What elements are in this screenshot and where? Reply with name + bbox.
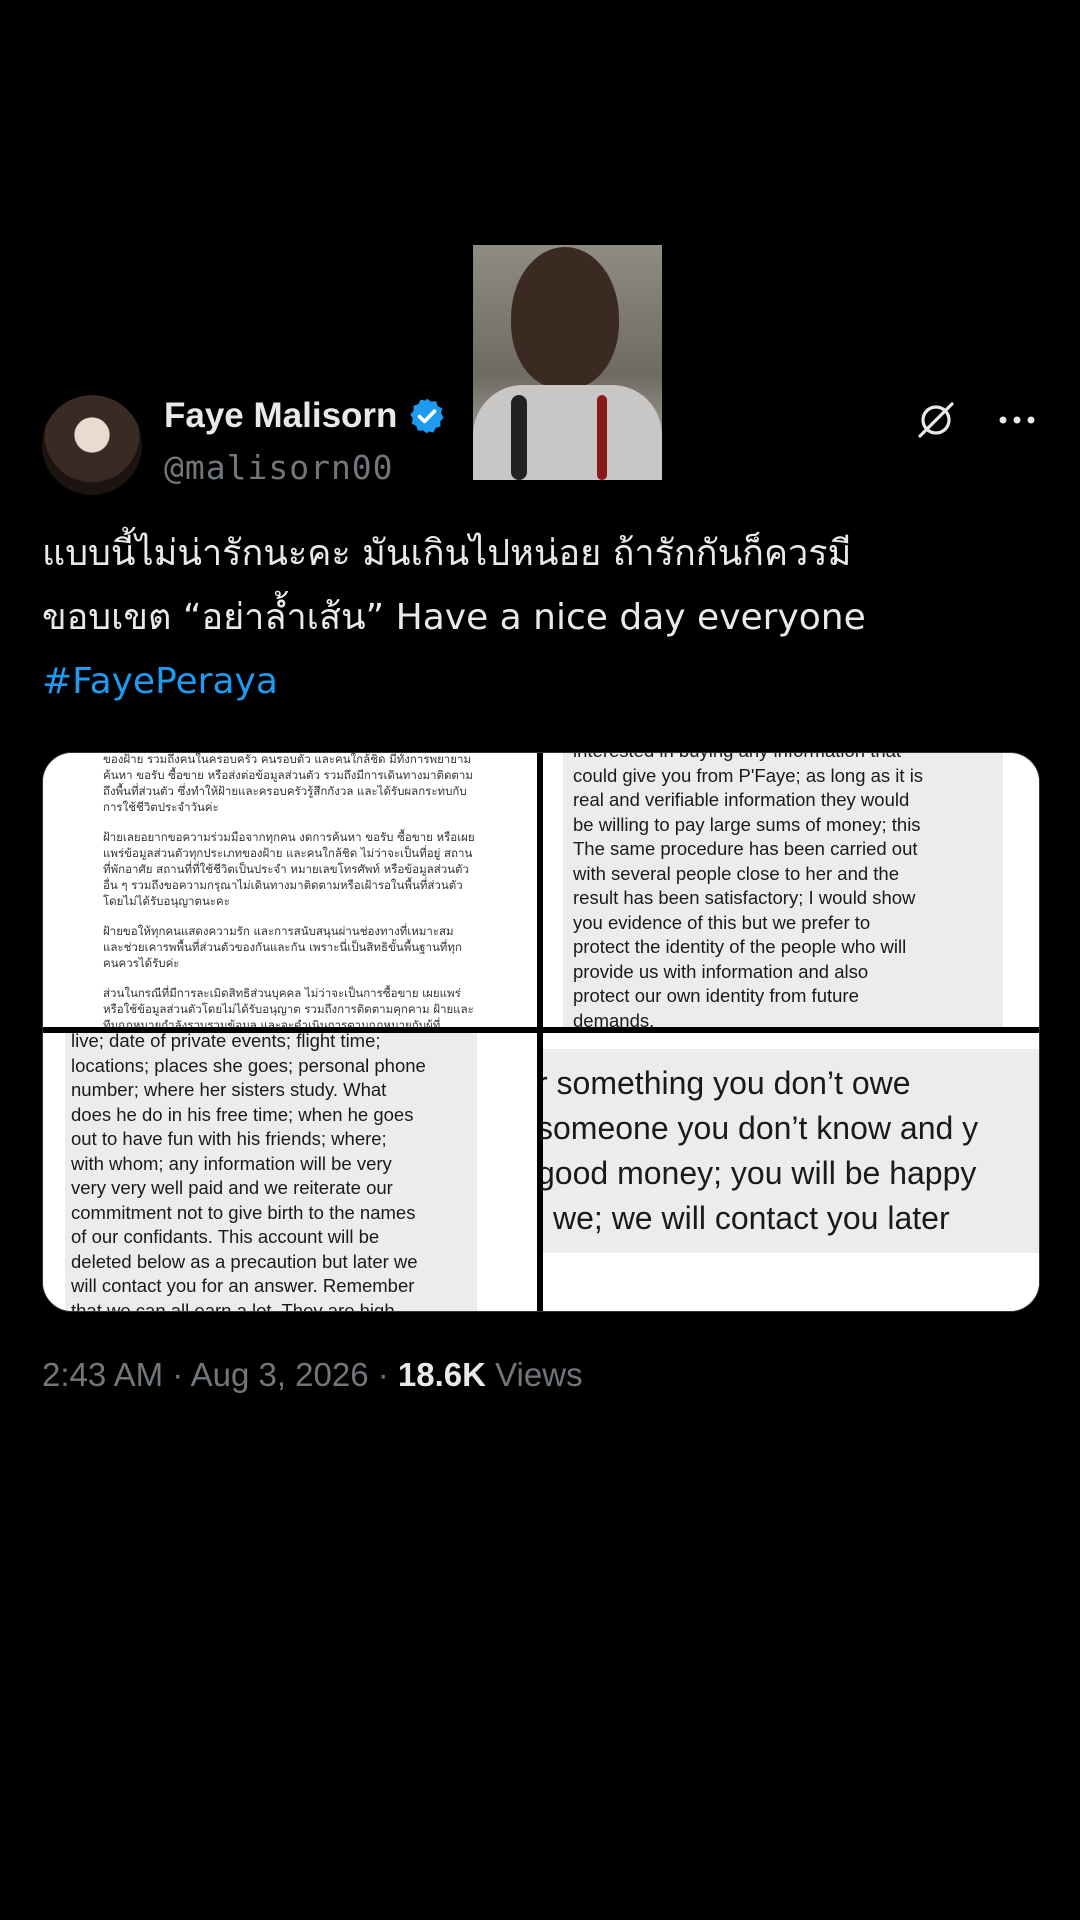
message-line: locations; places she goes; personal pho… xyxy=(71,1054,426,1076)
tweet-text-line: แบบนี้ไม่น่ารักนะคะ มันเกินไปหน่อย ถ้ารั… xyxy=(42,533,852,574)
message-line: real and verifiable information they wou… xyxy=(573,789,910,810)
message-line: you evidence of this but we prefer to xyxy=(573,911,871,933)
tweet: Faye Malisorn @malisorn00 แบบนี้ไม่น่ารั… xyxy=(42,390,1040,1394)
message-line: live; date of private events; flight tim… xyxy=(71,1033,381,1051)
thai-statement-doc: ของฝ้าย รวมถึงคนในครอบครัว คนรอบตัว และค… xyxy=(43,753,537,1027)
tweet-text-line: ขอบเขต “อย่าล้ำเส้น” Have a nice day eve… xyxy=(42,597,866,638)
thai-paragraph: ฝ้ายเลยอยากขอความร่วมมือจากทุกคน งดการค้… xyxy=(103,830,475,908)
message-line: interested in buying any information tha… xyxy=(573,753,993,764)
thai-paragraph: ของฝ้าย รวมถึงคนในครอบครัว คนรอบตัว และค… xyxy=(103,753,473,814)
message-line: number; where her sisters study. What xyxy=(71,1079,387,1100)
message-line: someone you don’t know and y xyxy=(543,1110,979,1146)
message-line: protect our own identity from future xyxy=(573,985,859,1006)
message-line: demands. xyxy=(573,1009,655,1028)
more-icon[interactable] xyxy=(996,400,1038,440)
message-bubble: live; date of private events; flight tim… xyxy=(65,1033,477,1311)
message-line: very very well paid and we reiterate our xyxy=(71,1177,393,1198)
media-image-thai-statement[interactable]: ของฝ้าย รวมถึงคนในครอบครัว คนรอบตัว และค… xyxy=(43,753,537,1027)
message-line: out to have fun with his friends; where; xyxy=(71,1128,387,1149)
author-name-row: Faye Malisorn xyxy=(164,396,447,436)
message-line: commitment not to give birth to the name… xyxy=(71,1201,416,1223)
message-line: l we; we will contact you later xyxy=(543,1200,950,1236)
message-line: be willing to pay large sums of money; t… xyxy=(573,813,921,835)
hashtag-link[interactable]: #FayePeraya xyxy=(42,650,1038,714)
message-line: provide us with information and also xyxy=(573,960,869,982)
avatar[interactable] xyxy=(42,395,142,495)
creator-face xyxy=(511,247,619,389)
tweet-text: แบบนี้ไม่น่ารักนะคะ มันเกินไปหน่อย ถ้ารั… xyxy=(42,522,1038,714)
display-name[interactable]: Faye Malisorn xyxy=(164,396,397,436)
message-bubble: interested in buying any information tha… xyxy=(563,753,1003,1027)
message-line: protect the identity of the people who w… xyxy=(573,936,907,957)
author-handle[interactable]: @malisorn00 xyxy=(164,448,394,487)
timestamp[interactable]: 2:43 AM · Aug 3, 2026 · xyxy=(42,1356,398,1393)
message-line: deleted below as a precaution but later … xyxy=(71,1250,418,1272)
message-bubble: r something you don’t owe someone you do… xyxy=(543,1049,1039,1253)
media-image-message-2[interactable]: live; date of private events; flight tim… xyxy=(43,1033,537,1311)
message-line: that we can all earn a lot. They are hig… xyxy=(71,1299,395,1312)
message-line: with several people close to her and the xyxy=(573,862,900,884)
message-line: with whom; any information will be very xyxy=(71,1152,392,1174)
thai-paragraph: ฝ้ายขอให้ทุกคนแสดงความรัก และการสนับสนุน… xyxy=(103,924,462,970)
media-image-message-1[interactable]: interested in buying any information tha… xyxy=(543,753,1039,1027)
views-count: 18.6K xyxy=(397,1356,486,1393)
media-divider xyxy=(43,1027,1039,1033)
tweet-header: Faye Malisorn @malisorn00 xyxy=(42,390,1038,500)
views-label: Views xyxy=(485,1356,583,1393)
message-line: could give you from P'Faye; as long as i… xyxy=(573,764,924,786)
message-line: result has been satisfactory; I would sh… xyxy=(573,887,916,908)
message-line: does he do in his free time; when he goe… xyxy=(71,1103,414,1125)
tweet-meta: 2:43 AM · Aug 3, 2026 · 18.6K Views xyxy=(42,1356,1038,1394)
message-line: The same procedure has been carried out xyxy=(573,838,918,859)
verified-badge-icon xyxy=(410,398,445,434)
thai-paragraph: ส่วนในกรณีที่มีการละเมิดสิทธิส่วนบุคคล ไ… xyxy=(103,986,474,1027)
grok-icon[interactable] xyxy=(914,398,958,442)
message-line: of our confidants. This account will be xyxy=(71,1226,380,1247)
message-line: good money; you will be happy xyxy=(543,1155,977,1191)
message-line: will contact you for an answer. Remember xyxy=(71,1275,415,1296)
media-image-message-3[interactable]: r something you don’t owe someone you do… xyxy=(543,1033,1039,1311)
media-grid[interactable]: ของฝ้าย รวมถึงคนในครอบครัว คนรอบตัว และค… xyxy=(42,752,1040,1312)
message-line: r something you don’t owe xyxy=(543,1065,911,1101)
